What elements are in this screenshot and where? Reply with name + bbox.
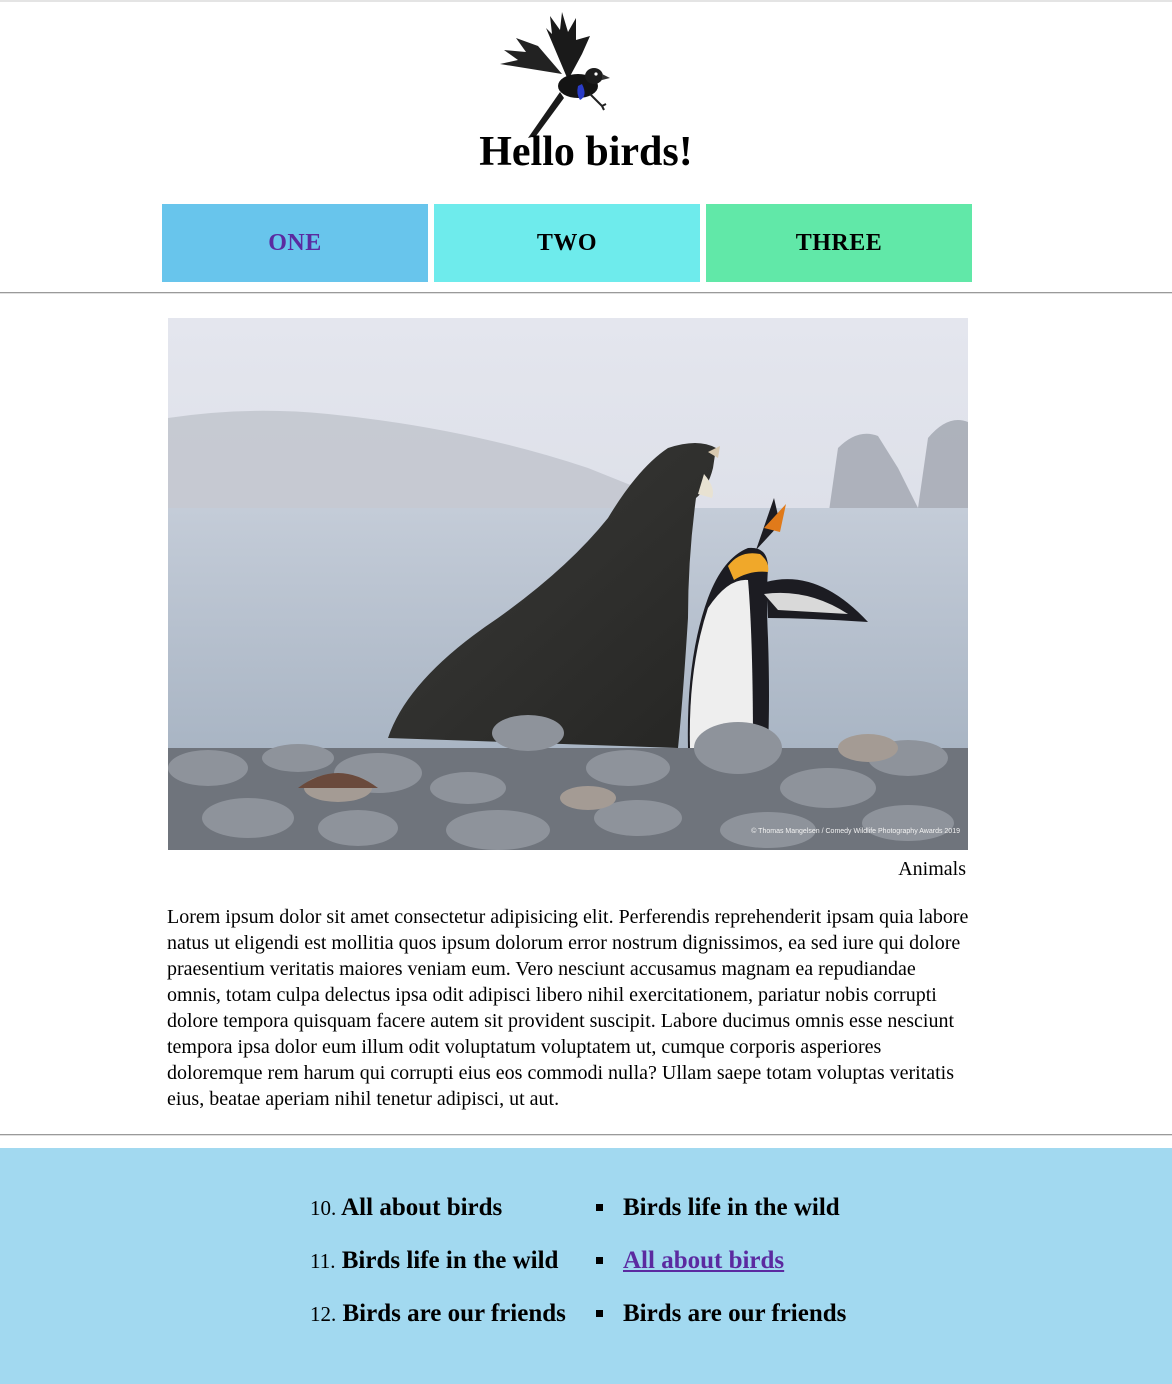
list-item: Birds life in the wild: [596, 1182, 846, 1235]
feature-figure: © Thomas Mangelsen / Comedy Wildlife Pho…: [168, 318, 968, 881]
ordered-link-list: 10. All about birds 11. Birds life in th…: [310, 1182, 566, 1341]
list-item: 10. All about birds: [310, 1182, 566, 1235]
list-item-label: Birds are our friends: [623, 1300, 847, 1327]
list-item: 12. Birds are our friends: [310, 1288, 566, 1341]
photo-credit: © Thomas Mangelsen / Comedy Wildlife Pho…: [751, 827, 960, 835]
seal-and-penguin-photo: © Thomas Mangelsen / Comedy Wildlife Pho…: [168, 318, 968, 850]
list-item: Birds are our friends: [596, 1288, 846, 1341]
page-title: Hello birds!: [479, 129, 693, 175]
list-item-label: All about birds: [341, 1194, 503, 1221]
main-nav: ONE TWO THREE: [162, 204, 972, 282]
unordered-link-list: Birds life in the wild All about birds B…: [596, 1182, 846, 1341]
list-item-label: Birds life in the wild: [341, 1247, 559, 1274]
all-about-birds-link[interactable]: All about birds: [623, 1247, 784, 1274]
list-item-label: Birds are our friends: [342, 1300, 566, 1327]
list-item: 11. Birds life in the wild: [310, 1235, 566, 1288]
site-header: Hello birds! ONE TWO THREE: [0, 0, 1172, 294]
list-item: All about birds: [596, 1235, 846, 1288]
header-divider: [0, 292, 1172, 294]
body-paragraph: Lorem ipsum dolor sit amet consectetur a…: [167, 906, 969, 1110]
footer-divider: [0, 1134, 1172, 1136]
flying-bird-logo-icon: [500, 12, 610, 138]
nav-item-three[interactable]: THREE: [706, 204, 972, 282]
bullet-icon: [596, 1256, 603, 1264]
site-footer: 10. All about birds 11. Birds life in th…: [0, 1148, 1172, 1384]
nav-item-two[interactable]: TWO: [434, 204, 700, 282]
list-number: 10.: [310, 1196, 337, 1220]
bullet-icon: [596, 1309, 603, 1317]
list-item-label: Birds life in the wild: [623, 1194, 840, 1221]
list-number: 11.: [310, 1249, 336, 1273]
list-number: 12.: [310, 1302, 337, 1326]
bullet-icon: [596, 1203, 603, 1211]
figure-caption: Animals: [898, 858, 966, 880]
nav-item-one[interactable]: ONE: [162, 204, 428, 282]
